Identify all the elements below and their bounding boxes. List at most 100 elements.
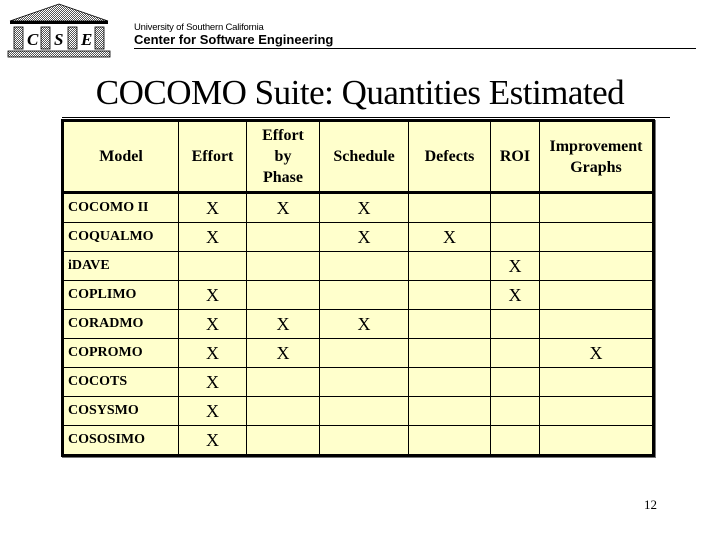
table-cell bbox=[408, 338, 491, 368]
column-header-text: Model bbox=[99, 148, 143, 165]
table-header-row: Model Effort Effort by Phase Schedule Defects R… bbox=[62, 120, 654, 194]
table-cell bbox=[408, 396, 491, 426]
cse-logo: C S E bbox=[7, 3, 111, 58]
table-cell bbox=[408, 309, 491, 339]
table-cell: X bbox=[178, 396, 247, 426]
table-body: COCOMO II X X X COQUALMO X X XiDAVE X COPLIMO X X CO… bbox=[62, 192, 654, 456]
table-cell bbox=[490, 192, 540, 223]
table-cell bbox=[408, 425, 491, 456]
table-cell bbox=[539, 425, 654, 456]
table-row: COSOSIMO X bbox=[62, 425, 654, 456]
table-row: COQUALMO X X X bbox=[62, 222, 654, 252]
table-row: COSYSMO X bbox=[62, 396, 654, 426]
column-header: ROI bbox=[490, 120, 540, 194]
logo-roof bbox=[9, 3, 109, 22]
table-cell bbox=[490, 338, 540, 368]
column-header-text: ROI bbox=[499, 148, 531, 165]
table-cell bbox=[178, 251, 247, 281]
column-header: Effort bbox=[178, 120, 247, 194]
table-cell: X bbox=[408, 222, 491, 252]
table-cell bbox=[539, 222, 654, 252]
table-cell: X bbox=[246, 338, 320, 368]
table-cell bbox=[319, 338, 409, 368]
table-cell bbox=[246, 396, 320, 426]
logo-letter-c: C bbox=[27, 30, 39, 49]
table-cell bbox=[408, 367, 491, 397]
table-cell bbox=[539, 367, 654, 397]
table-cell: X bbox=[490, 251, 540, 281]
column-header: Improvement Graphs bbox=[539, 120, 654, 194]
table-cell bbox=[408, 192, 491, 223]
logo-base bbox=[7, 50, 111, 58]
table-cell bbox=[319, 367, 409, 397]
table-row: COPROMO X X X bbox=[62, 338, 654, 368]
column-header-text: Graphs bbox=[570, 158, 622, 176]
logo-column bbox=[67, 26, 78, 50]
table-cell bbox=[246, 222, 320, 252]
table-cell bbox=[490, 425, 540, 456]
logo-column bbox=[94, 26, 105, 50]
table-cell bbox=[490, 222, 540, 252]
column-header-text: Defects bbox=[424, 148, 475, 165]
page-number: 12 bbox=[644, 497, 657, 512]
slide-title: COCOMO Suite: Quantities Estimated bbox=[95, 73, 625, 112]
table-cell bbox=[408, 280, 491, 310]
table-row: COCOMO II X X X bbox=[62, 192, 654, 223]
table-cell bbox=[539, 192, 654, 223]
table-cell bbox=[490, 396, 540, 426]
column-header-text: Schedule bbox=[333, 148, 395, 165]
table-cell bbox=[246, 425, 320, 456]
table-cell bbox=[319, 396, 409, 426]
model-name: CORADMO bbox=[62, 309, 179, 339]
column-header-text: by bbox=[274, 148, 292, 165]
table-row: CORADMO X X X bbox=[62, 309, 654, 339]
model-name: COSYSMO bbox=[62, 396, 179, 426]
model-name: COCOMO II bbox=[62, 192, 179, 223]
column-header: Model bbox=[62, 120, 179, 194]
table-cell: X bbox=[246, 309, 320, 339]
table-cell bbox=[408, 251, 491, 281]
table-cell bbox=[246, 280, 320, 310]
table-cell bbox=[319, 251, 409, 281]
model-name: COSOSIMO bbox=[62, 425, 179, 456]
header-text: University of Southern California Center… bbox=[134, 22, 333, 47]
column-header: Effort by Phase bbox=[246, 120, 320, 194]
quantities-table: Model Effort Effort by Phase Schedule Defects R… bbox=[61, 119, 655, 457]
logo-column bbox=[13, 26, 24, 50]
table-cell: X bbox=[178, 338, 247, 368]
title-divider bbox=[62, 117, 670, 118]
table-cell bbox=[539, 396, 654, 426]
table-cell: X bbox=[178, 425, 247, 456]
table-cell bbox=[246, 251, 320, 281]
table-cell: X bbox=[319, 309, 409, 339]
column-header-text: Effort bbox=[191, 148, 234, 165]
table-cell: X bbox=[319, 192, 409, 223]
column-header-text: Phase bbox=[263, 169, 303, 186]
table-row: COPLIMO X X bbox=[62, 280, 654, 310]
logo-column bbox=[40, 26, 51, 50]
table-cell: X bbox=[178, 222, 247, 252]
model-name: COPLIMO bbox=[62, 280, 179, 310]
column-header: Schedule bbox=[319, 120, 409, 194]
column-header-text: Improvement bbox=[549, 137, 643, 155]
table-cell bbox=[539, 280, 654, 310]
table-cell bbox=[319, 425, 409, 456]
table-cell: X bbox=[178, 280, 247, 310]
table-cell: X bbox=[490, 280, 540, 310]
header-divider bbox=[134, 48, 696, 49]
table-cell bbox=[539, 251, 654, 281]
table-cell bbox=[246, 367, 320, 397]
table-row: COCOTS X bbox=[62, 367, 654, 397]
table-row: iDAVE X bbox=[62, 251, 654, 281]
logo-letter-e: E bbox=[80, 30, 92, 49]
logo-beam bbox=[10, 21, 108, 24]
table-cell bbox=[319, 280, 409, 310]
model-name: iDAVE bbox=[62, 251, 179, 281]
table-cell: X bbox=[319, 222, 409, 252]
model-name: COCOTS bbox=[62, 367, 179, 397]
table-cell bbox=[490, 309, 540, 339]
table-cell: X bbox=[178, 309, 247, 339]
table-cell: X bbox=[539, 338, 654, 368]
center-name: Center for Software Engineering bbox=[134, 32, 334, 47]
table-cell bbox=[490, 367, 540, 397]
